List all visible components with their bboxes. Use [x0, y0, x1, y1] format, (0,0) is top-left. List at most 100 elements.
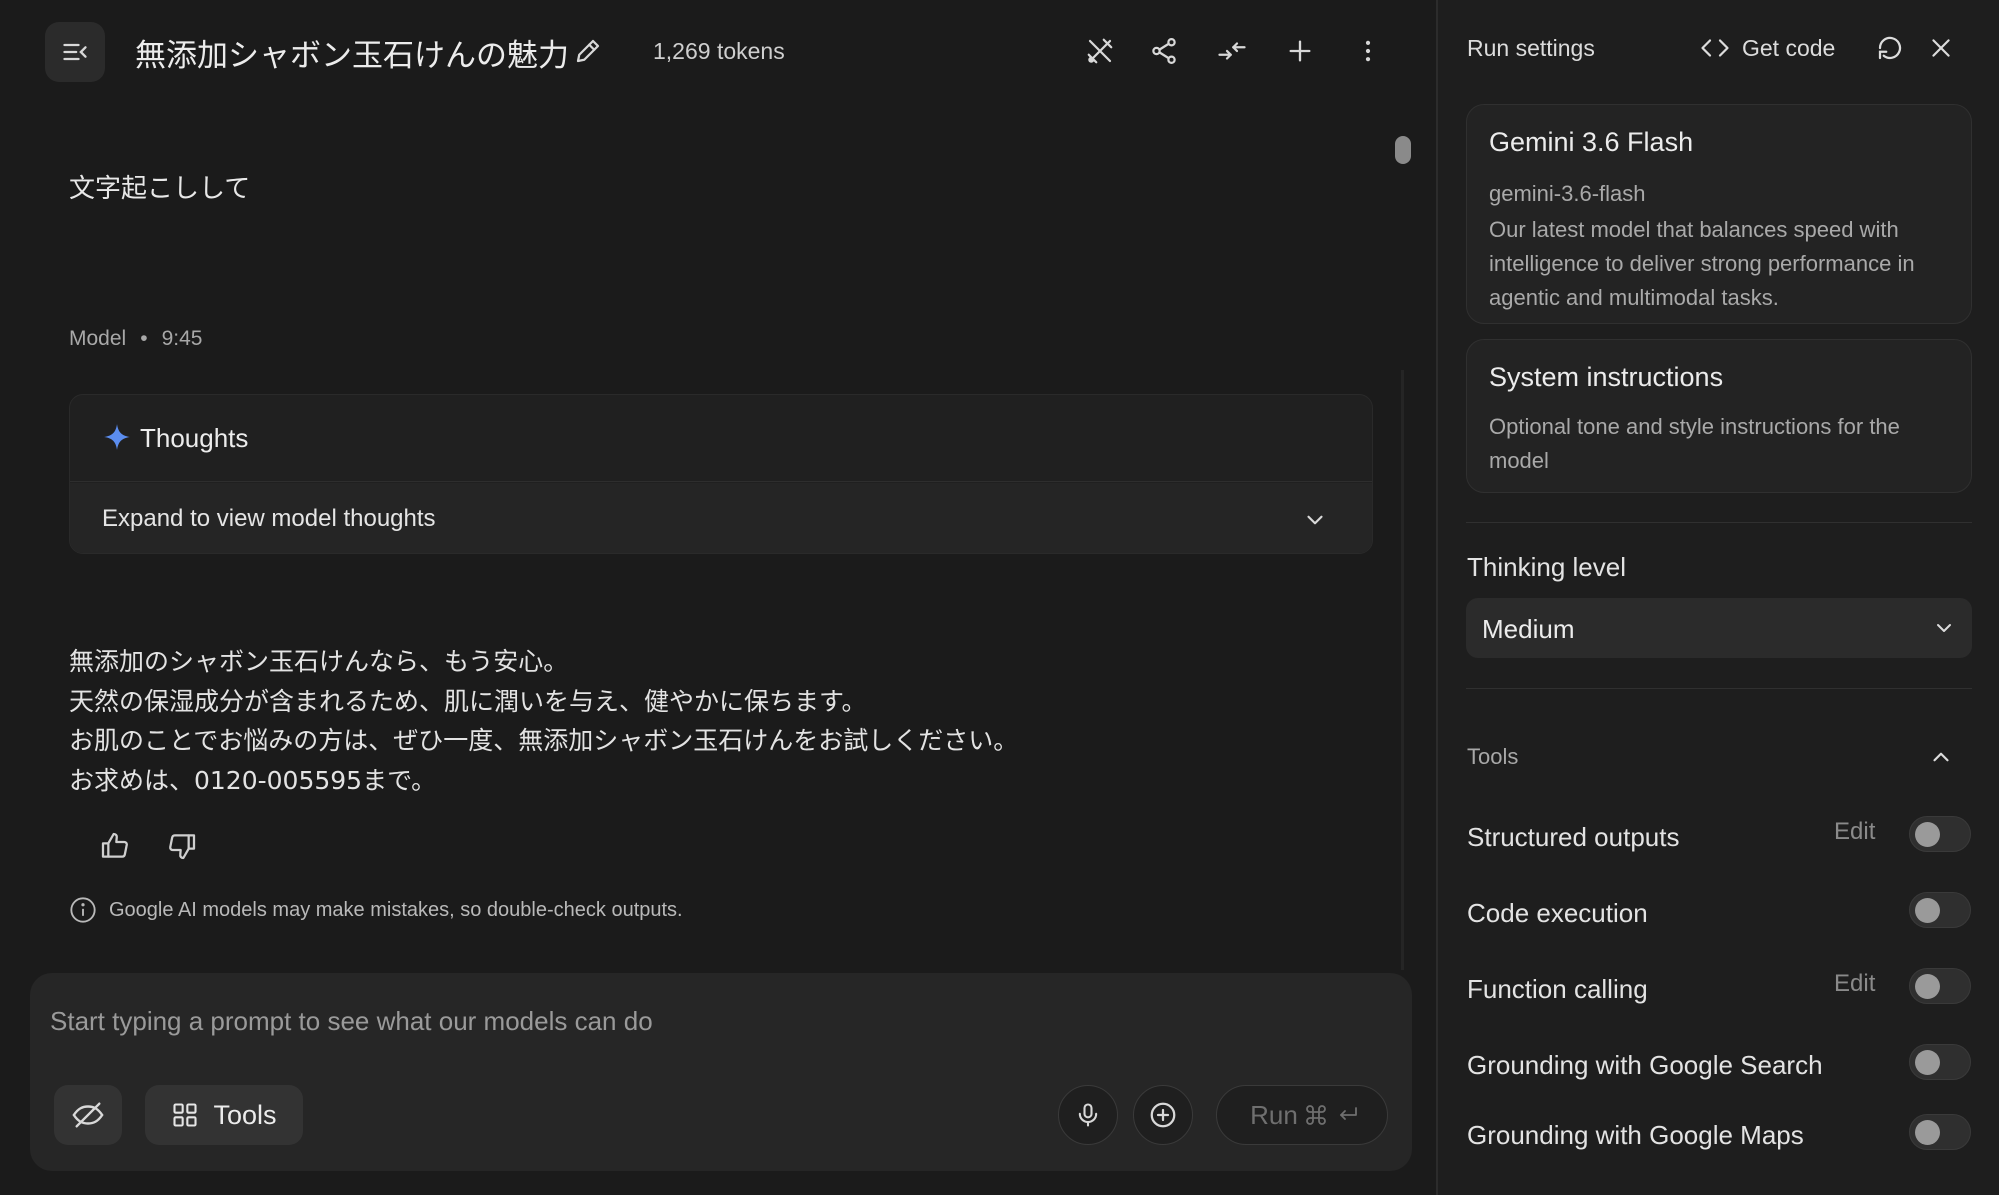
run-settings-title: Run settings — [1467, 35, 1595, 61]
tool-structured-outputs: Structured outputs Edit — [1467, 816, 1972, 856]
get-code-label: Get code — [1742, 34, 1836, 61]
tool-name: Function calling — [1467, 974, 1648, 1004]
thinking-level-select[interactable]: Medium — [1466, 598, 1972, 658]
grounding-google-maps-toggle[interactable] — [1909, 1114, 1971, 1150]
toggle-knob — [1915, 898, 1940, 923]
code-execution-toggle[interactable] — [1909, 892, 1971, 928]
enter-key-icon — [1339, 1107, 1357, 1120]
chevron-down-icon — [1937, 624, 1951, 632]
thoughts-title: Thoughts — [140, 423, 249, 453]
thoughts-panel: Thoughts Expand to view model thoughts — [69, 394, 1373, 554]
divider — [1466, 688, 1972, 689]
share-button[interactable] — [1146, 33, 1182, 69]
composer-tools-button[interactable]: Tools — [145, 1085, 303, 1145]
toggle-knob — [1915, 1120, 1940, 1145]
tools-cross-icon — [1087, 38, 1113, 64]
model-turn-meta: Model • 9:45 — [69, 327, 202, 351]
toggle-knob — [1915, 974, 1940, 999]
system-instructions-title: System instructions — [1489, 362, 1724, 392]
user-message: 文字起こしして — [69, 174, 251, 204]
sparkle-icon — [104, 424, 130, 450]
toggle-knob — [1915, 822, 1940, 847]
chat-header: 無添加シャボン玉石けんの魅力 1,269 tokens — [0, 0, 1435, 104]
model-label: Model — [69, 327, 127, 350]
close-icon — [1932, 39, 1950, 57]
thumbs-down-button[interactable] — [162, 826, 202, 866]
run-button[interactable]: Run — [1216, 1085, 1388, 1145]
structured-outputs-toggle[interactable] — [1909, 816, 1971, 852]
grid-icon — [173, 1103, 198, 1127]
system-instructions-placeholder: Optional tone and style instructions for… — [1489, 414, 1900, 473]
chevron-up-icon[interactable] — [1928, 744, 1954, 770]
response-line: 天然の保湿成分が含まれるため、肌に潤いを与え、健やかに保ちます。 — [69, 686, 867, 716]
expand-thoughts-button[interactable]: Expand to view model thoughts — [70, 483, 1372, 553]
thumbs-up-icon — [101, 832, 128, 858]
edit-structured-outputs-button[interactable]: Edit — [1834, 818, 1875, 846]
response-line: 無添加のシャボン玉石けんなら、もう安心。 — [69, 647, 569, 676]
tool-name: Grounding with Google Search — [1467, 1050, 1823, 1080]
edit-function-calling-button[interactable]: Edit — [1834, 970, 1875, 998]
eye-off-icon — [72, 1102, 104, 1128]
add-media-button[interactable] — [1133, 1085, 1193, 1145]
compare-button[interactable] — [1082, 33, 1118, 69]
run-settings-panel: Run settings Get code Gemini 3.6 Flash g… — [1438, 0, 1999, 1195]
microphone-icon — [1078, 1103, 1098, 1127]
tool-grounding-google-maps: Grounding with Google Maps — [1467, 1114, 1972, 1154]
model-id: gemini-3.6-flash — [1489, 181, 1646, 206]
tool-code-execution: Code execution — [1467, 892, 1972, 932]
tool-name: Grounding with Google Maps — [1467, 1120, 1804, 1150]
thinking-level-value: Medium — [1482, 614, 1575, 644]
token-count: 1,269 tokens — [653, 38, 785, 64]
toggle-knob — [1915, 1050, 1940, 1075]
chat-title: 無添加シャボン玉石けんの魅力 — [135, 38, 569, 74]
prompt-composer: Tools Run — [30, 973, 1412, 1171]
model-timestamp: 9:45 — [161, 327, 203, 350]
scrollbar-thumb[interactable] — [1395, 136, 1411, 164]
tools-button-label: Tools — [213, 1099, 277, 1130]
share-icon — [1152, 38, 1176, 64]
system-instructions-card[interactable]: System instructions Optional tone and st… — [1466, 339, 1972, 493]
thoughts-header: Thoughts — [70, 395, 1372, 482]
function-calling-toggle[interactable] — [1909, 968, 1971, 1004]
pencil-icon — [576, 39, 600, 63]
collapse-sidebar-button[interactable] — [45, 22, 105, 82]
edit-title-button[interactable] — [573, 36, 605, 68]
plus-icon — [1289, 40, 1311, 62]
disclaimer-text: Google AI models may make mistakes, so d… — [109, 898, 683, 921]
info-icon — [70, 897, 96, 923]
thumbs-down-icon — [169, 834, 196, 860]
run-label: Run — [1250, 1099, 1298, 1130]
new-chat-button[interactable] — [1282, 33, 1318, 69]
more-vert-icon — [1365, 40, 1371, 62]
command-key-icon — [1305, 1105, 1326, 1125]
thumbs-up-button[interactable] — [95, 826, 135, 866]
microphone-button[interactable] — [1058, 1085, 1118, 1145]
tool-grounding-google-search: Grounding with Google Search — [1467, 1044, 1972, 1084]
response-line: お肌のことでお悩みの方は、ぜひ一度、無添加シャボン玉石けんをお試しください。 — [69, 726, 1019, 755]
add-circle-icon — [1150, 1102, 1176, 1128]
reset-icon — [1878, 36, 1902, 60]
model-name: Gemini 3.6 Flash — [1489, 127, 1694, 157]
tool-function-calling: Function calling Edit — [1467, 968, 1972, 1008]
divider — [1466, 522, 1972, 523]
grounding-google-search-toggle[interactable] — [1909, 1044, 1971, 1080]
merge-button[interactable] — [1214, 33, 1250, 69]
prompt-input[interactable] — [50, 999, 1370, 1043]
thinking-level-label: Thinking level — [1467, 552, 1626, 582]
get-code-button[interactable]: Get code — [1700, 33, 1835, 63]
hide-button[interactable] — [54, 1085, 122, 1145]
model-selector-card[interactable]: Gemini 3.6 Flash gemini-3.6-flash Our la… — [1466, 104, 1972, 324]
scrollbar-track[interactable] — [1401, 370, 1404, 970]
close-settings-button[interactable] — [1926, 33, 1956, 63]
expand-thoughts-label: Expand to view model thoughts — [102, 505, 436, 532]
tools-section-label: Tools — [1467, 744, 1519, 769]
more-options-button[interactable] — [1350, 33, 1386, 69]
code-icon — [1701, 39, 1729, 57]
model-response: 無添加のシャボン玉石けんなら、もう安心。 天然の保湿成分が含まれるため、肌に潤い… — [69, 642, 1018, 800]
model-description: Our latest model that balances speed wit… — [1489, 217, 1915, 310]
separator-dot: • — [140, 327, 148, 350]
tool-name: Code execution — [1467, 898, 1648, 928]
chat-pane: 無添加シャボン玉石けんの魅力 1,269 tokens 文字起こしして Mode… — [0, 0, 1435, 1195]
response-line: お求めは、0120-005595まで。 — [69, 765, 437, 795]
reset-settings-button[interactable] — [1875, 33, 1905, 63]
